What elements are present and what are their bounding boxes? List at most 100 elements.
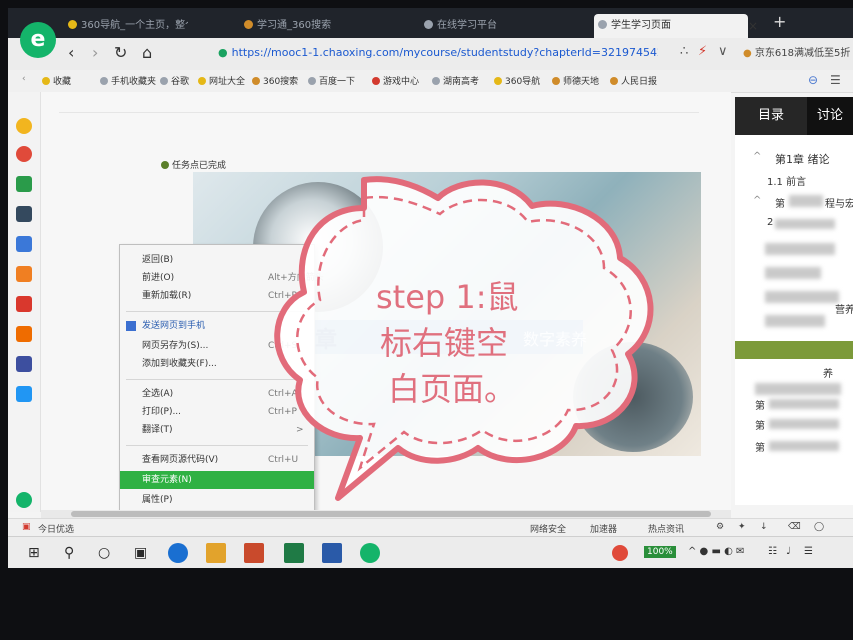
task-view-icon[interactable]: ▣ <box>134 545 147 561</box>
home-icon[interactable]: ⌂ <box>142 43 152 62</box>
close-tab-icon[interactable]: × <box>748 14 762 38</box>
bookmarks-nav-icon[interactable]: ‹ <box>22 74 26 84</box>
weibo-icon[interactable] <box>16 146 32 162</box>
settings-icon[interactable]: ⚙ <box>716 522 724 532</box>
forward-arrow-icon[interactable]: › <box>92 43 98 62</box>
menu-item-select-all[interactable]: 全选(A) Ctrl+A <box>120 385 314 403</box>
share-icon[interactable]: ∴ <box>680 44 688 59</box>
blurred-text <box>769 419 839 429</box>
chapter-1-title[interactable]: 第1章 绪论 <box>775 151 830 167</box>
browser-helper-icon[interactable] <box>16 492 32 508</box>
lesson-nutrition[interactable]: 营养 <box>835 301 853 316</box>
360-browser-icon[interactable] <box>360 543 380 563</box>
menu-item-inspect-element[interactable]: 审查元素(N) <box>120 471 314 489</box>
chapter-2-prefix[interactable]: 第 <box>775 195 785 210</box>
menu-item-properties[interactable]: 属性(P) <box>120 491 314 509</box>
collapse-chevron-icon[interactable]: ^ <box>753 151 761 162</box>
chevron-down-icon[interactable]: ∨ <box>718 44 728 59</box>
zoom-icon[interactable]: ◯ <box>814 522 824 532</box>
app-icon[interactable] <box>16 356 32 372</box>
volume-icon[interactable]: ♩ <box>786 546 791 557</box>
blurred-text <box>765 243 835 255</box>
reload-icon[interactable]: ↻ <box>114 43 127 62</box>
chapter-item[interactable]: 第 <box>755 397 765 412</box>
menu-item-add-favorite[interactable]: 添加到收藏夹(F)... <box>120 355 314 373</box>
bookmark-item[interactable]: 游戏中心 <box>372 74 419 87</box>
new-tab-button[interactable]: + <box>773 12 786 31</box>
tab-learning-platform[interactable]: 在线学习平台 <box>420 14 534 38</box>
bookmark-item[interactable]: 网址大全 <box>198 74 245 87</box>
favorites-icon[interactable] <box>16 118 32 134</box>
bookmark-item[interactable]: 师德天地 <box>552 74 599 87</box>
notification-icon[interactable]: ☰ <box>804 546 813 557</box>
bookmark-item[interactable]: 手机收藏夹 <box>100 74 156 87</box>
excel-icon[interactable] <box>284 543 304 563</box>
powerpoint-icon[interactable] <box>244 543 264 563</box>
blurred-text <box>765 291 839 303</box>
status-item[interactable]: 热点资讯 <box>648 522 684 535</box>
status-item[interactable]: 网络安全 <box>530 522 566 535</box>
collapse-chevron-icon[interactable]: ^ <box>753 195 761 206</box>
bookmark-item[interactable]: 谷歌 <box>160 74 189 87</box>
app-icon[interactable] <box>16 206 32 222</box>
status-item[interactable]: 加速器 <box>590 522 617 535</box>
tray-app-icon[interactable] <box>612 545 628 561</box>
menu-item-reload[interactable]: 重新加载(R) Ctrl+R <box>120 287 314 305</box>
tab-student-study[interactable]: 学生学习页面 <box>594 14 748 38</box>
menu-item-forward[interactable]: 前进(O) Alt+方向箭头 <box>120 269 324 287</box>
chapter-item[interactable]: 第 <box>755 439 765 454</box>
task-status: 任务点已完成 <box>161 158 226 171</box>
network-icon[interactable]: ☷ <box>768 546 777 557</box>
current-lesson-highlight[interactable] <box>735 341 853 359</box>
word-icon[interactable] <box>322 543 342 563</box>
bookmark-item[interactable]: 人民日报 <box>610 74 657 87</box>
file-explorer-icon[interactable] <box>206 543 226 563</box>
menu-item-translate[interactable]: 翻译(T) > <box>120 421 314 439</box>
download-icon[interactable]: ↓ <box>760 522 768 532</box>
tab-360-nav[interactable]: 360导航_一个主页，整个世界 <box>64 14 188 38</box>
menu-item-send-to-phone[interactable]: 发送网页到手机 <box>120 317 314 335</box>
app-icon[interactable] <box>16 266 32 282</box>
cortana-icon[interactable]: ○ <box>98 545 110 561</box>
bookmark-item[interactable]: 360搜索 <box>252 74 298 87</box>
app-icon[interactable] <box>16 296 32 312</box>
bookmark-item[interactable]: 收藏 <box>42 74 71 87</box>
tab-search[interactable]: 学习通_360搜索 <box>240 14 364 38</box>
bookmarks-bar: ‹ 收藏 手机收藏夹 谷歌 网址大全 360搜索 百度一下 游戏中心 湖南高考 … <box>8 70 853 93</box>
address-bar[interactable]: ● https://mooc1-1.chaoxing.com/mycourse/s… <box>218 41 658 65</box>
windows-start-icon[interactable]: ⊞ <box>28 545 40 561</box>
lesson-1-1[interactable]: 1.1 前言 <box>767 173 806 188</box>
chapter-2-title[interactable]: 程与宏 <box>825 195 853 210</box>
menu-item-print[interactable]: 打印(P)... Ctrl+P <box>120 403 314 421</box>
search-box[interactable]: ● 京东618满减低至5折 <box>743 44 850 59</box>
back-arrow-icon[interactable]: ‹ <box>68 43 74 62</box>
lesson-yang[interactable]: 养 <box>823 365 833 380</box>
tray-icons[interactable]: ^ ● ▬ ◐ ✉ <box>688 546 744 557</box>
app-icon[interactable] <box>16 386 32 402</box>
scrollbar-thumb[interactable] <box>71 511 711 517</box>
menu-item-save-page[interactable]: 网页另存为(S)... Ctrl+S <box>120 337 314 355</box>
daily-picks-link[interactable]: 今日优选 <box>38 522 74 535</box>
battery-indicator[interactable]: 100% <box>644 546 676 558</box>
app-icon[interactable] <box>16 326 32 342</box>
lesson-2[interactable]: 2 <box>767 217 773 228</box>
bookmark-item[interactable]: 百度一下 <box>308 74 355 87</box>
tab-discussion[interactable]: 讨论 <box>807 97 853 135</box>
flash-icon[interactable]: ⚡ <box>698 44 707 59</box>
edge-icon[interactable] <box>168 543 188 563</box>
search-icon[interactable]: ⚲ <box>64 545 74 561</box>
minimize-icon[interactable]: ⊖ <box>808 73 818 87</box>
app-icon[interactable] <box>16 236 32 252</box>
menu-item-view-source[interactable]: 查看网页源代码(V) Ctrl+U <box>120 451 314 469</box>
menu-icon[interactable]: ☰ <box>830 73 841 87</box>
app-icon[interactable] <box>16 176 32 192</box>
pin-icon[interactable]: ✦ <box>738 522 746 532</box>
tab-catalog[interactable]: 目录 <box>735 97 807 135</box>
bookmark-item[interactable]: 湖南高考 <box>432 74 479 87</box>
expand-icon[interactable]: ⌫ <box>788 522 801 532</box>
bookmark-item[interactable]: 360导航 <box>494 74 540 87</box>
horizontal-scrollbar[interactable] <box>41 510 731 518</box>
chapter-item[interactable]: 第 <box>755 417 765 432</box>
menu-item-back[interactable]: 返回(B) <box>120 251 314 269</box>
blurred-text <box>775 219 835 229</box>
